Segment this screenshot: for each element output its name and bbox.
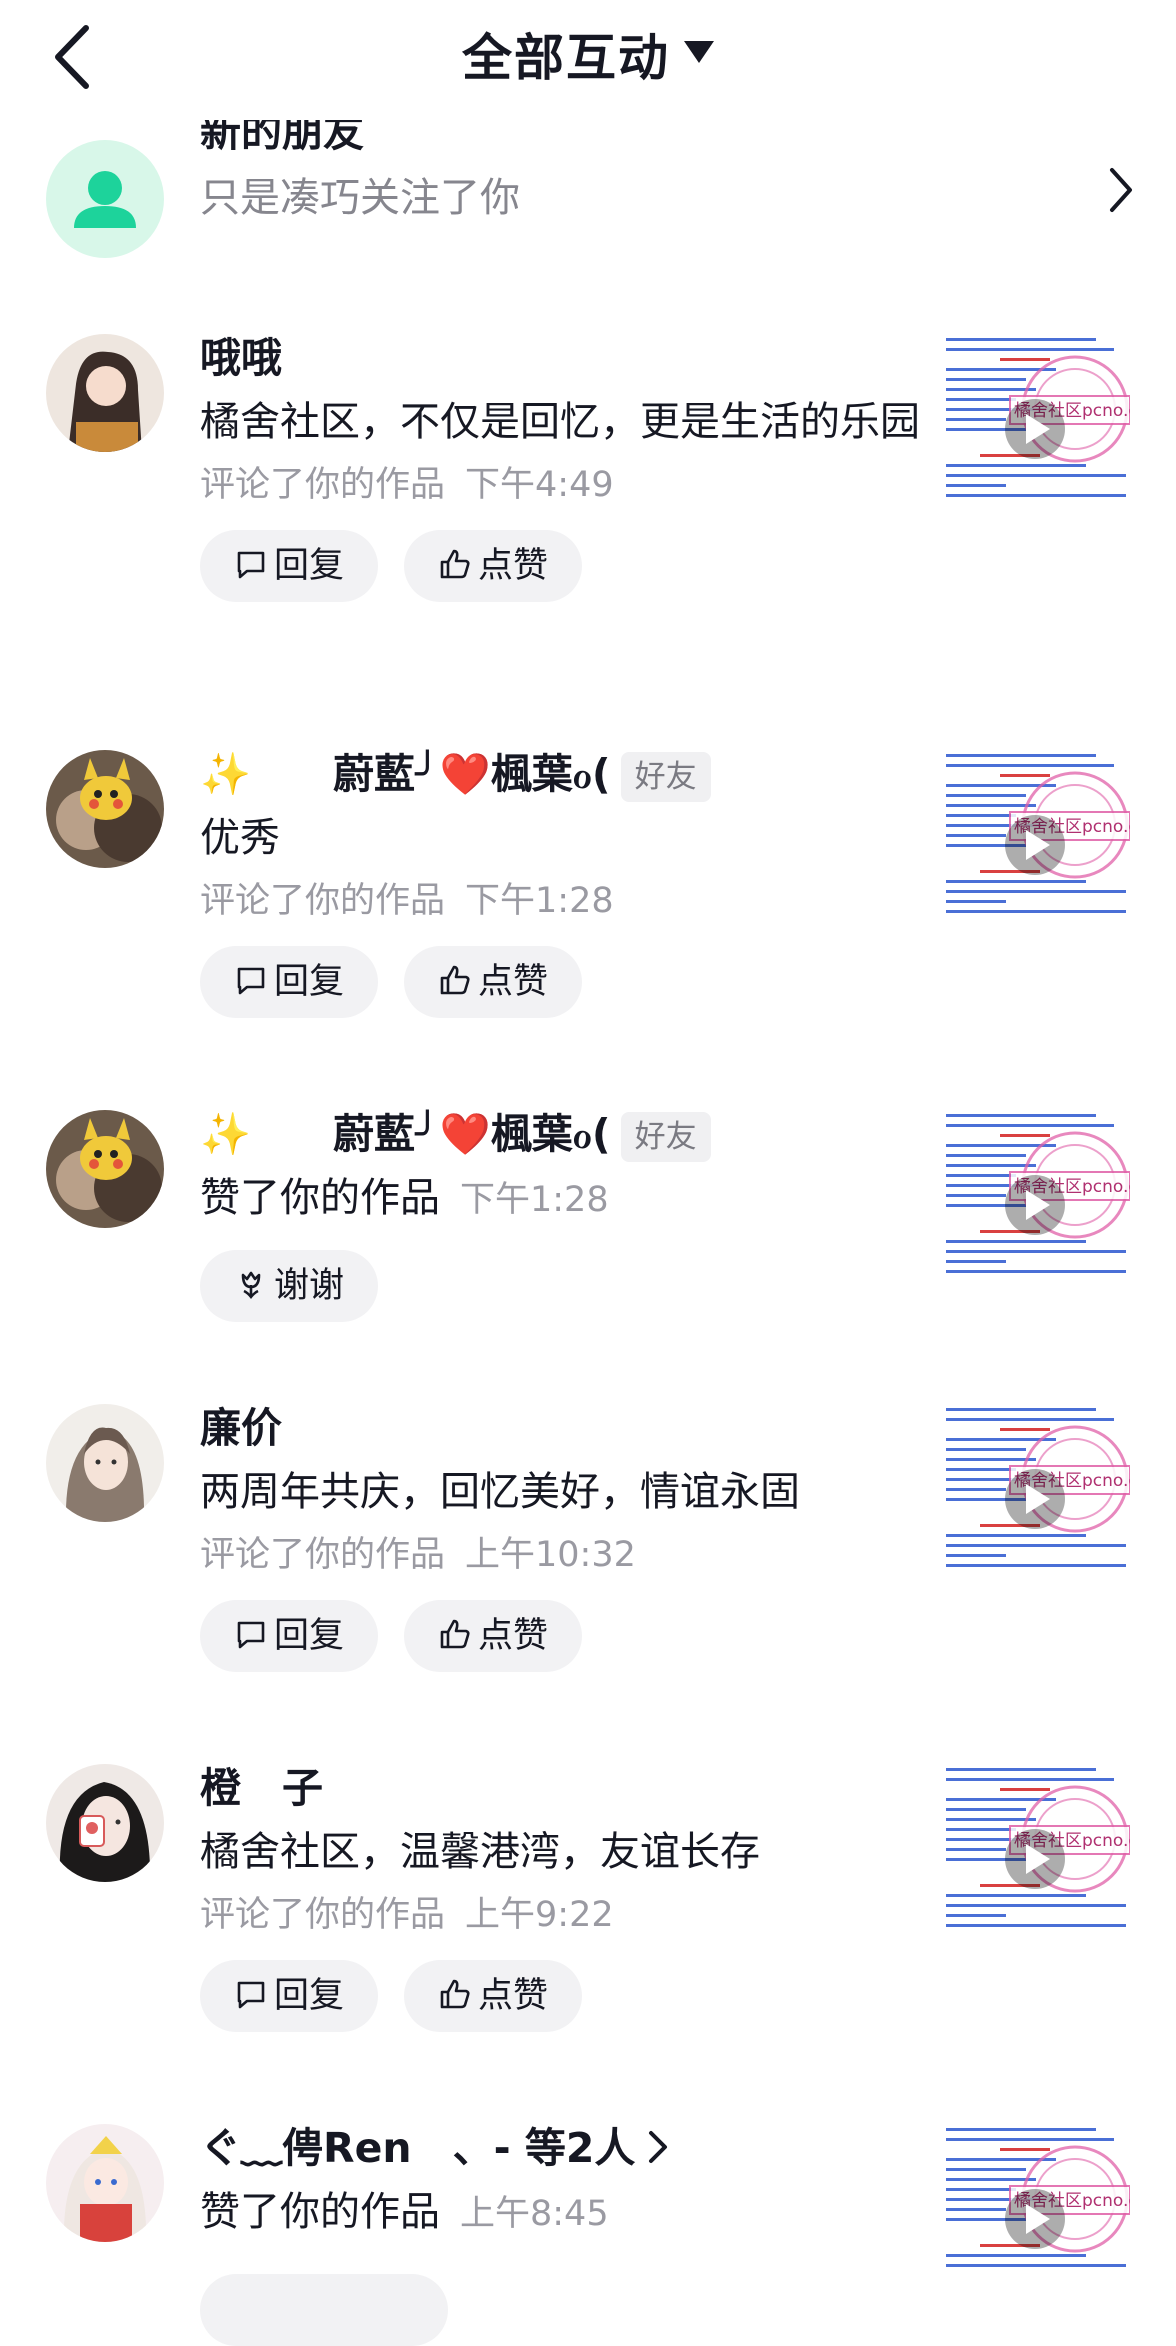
time: 上午8:45	[460, 2194, 609, 2234]
user-name[interactable]: 橙 子	[200, 1760, 920, 1816]
notification-item[interactable]: 橙 子 橘舍社区，温馨港湾，友谊长存 评论了你的作品 上午9:22 回复 点赞 橘舍…	[0, 1760, 1176, 2060]
action-text: 赞了你的作品 下午1:28	[200, 1175, 609, 1221]
title-dropdown[interactable]: 全部互动	[0, 18, 1176, 90]
user-name[interactable]: ✨ 蔚藍╯❤️楓葉ℴ(	[200, 1110, 611, 1158]
post-thumbnail[interactable]: 橘舍社区pcno.cn	[940, 1404, 1130, 1594]
thumbnail-image: 橘舍社区pcno.cn	[940, 1404, 1130, 1594]
comment-icon	[237, 1981, 265, 2009]
avatar[interactable]	[46, 2124, 164, 2242]
new-friend-subtitle: 只是凑巧关注了你	[200, 175, 520, 221]
comment-icon	[237, 551, 265, 579]
notification-item[interactable]: 廉价 两周年共庆，回忆美好，情谊永固 评论了你的作品 上午10:32 回复 点赞 橘…	[0, 1400, 1176, 1700]
chevron-right-icon	[1110, 168, 1132, 212]
flower-icon	[241, 1271, 261, 1299]
thumbnail-image: 橘舍社区pcno.cn	[940, 2124, 1130, 2314]
user-name-row: ✨ 蔚藍╯❤️楓葉ℴ(好友	[200, 746, 920, 802]
post-thumbnail[interactable]: 橘舍社区pcno.cn	[940, 2124, 1130, 2314]
user-name[interactable]: 哦哦	[200, 330, 920, 386]
post-thumbnail[interactable]: 橘舍社区pcno.cn	[940, 1764, 1130, 1954]
comment-text: 橘舍社区，不仅是回忆，更是生活的乐园	[200, 399, 920, 445]
person-icon	[74, 171, 136, 228]
thumbs-up-icon	[440, 549, 470, 579]
post-thumbnail[interactable]: 橘舍社区pcno.cn	[940, 334, 1130, 524]
like-button[interactable]: 点赞	[404, 946, 583, 1018]
friend-badge: 好友	[620, 1112, 711, 1162]
caret-down-icon	[684, 41, 714, 63]
user-name-row[interactable]: ぐ﹏俜Ren 、- 等2人	[200, 2120, 960, 2176]
post-thumbnail[interactable]: 橘舍社区pcno.cn	[940, 750, 1130, 940]
notification-item[interactable]: ぐ﹏俜Ren 、- 等2人 赞了你的作品上午8:45 橘舍社区pcno.cn	[0, 2120, 1176, 2346]
comment-icon	[237, 967, 265, 995]
reply-button[interactable]: 回复	[200, 1600, 379, 1672]
reply-button[interactable]: 回复	[200, 530, 379, 602]
time: 下午1:28	[460, 1180, 609, 1220]
post-thumbnail[interactable]: 橘舍社区pcno.cn	[940, 1110, 1130, 1300]
thumbs-up-icon	[440, 1619, 470, 1649]
avatar[interactable]	[46, 1110, 164, 1228]
chevron-right-icon	[649, 2131, 668, 2163]
avatar[interactable]	[46, 1764, 164, 1882]
user-name[interactable]: ✨ 蔚藍╯❤️楓葉ℴ(	[200, 750, 611, 798]
comment-text: 优秀	[200, 815, 280, 861]
comment-icon	[237, 1621, 265, 1649]
thumbnail-image: 橘舍社区pcno.cn	[940, 750, 1130, 940]
meta: 评论了你的作品 下午1:28	[200, 881, 614, 921]
reply-button[interactable]: 回复	[200, 946, 379, 1018]
header: 全部互动	[0, 0, 1176, 120]
thumbs-up-icon	[440, 965, 470, 995]
avatar[interactable]	[46, 1404, 164, 1522]
friend-badge: 好友	[620, 752, 711, 802]
thanks-button[interactable]: 谢谢	[200, 1250, 379, 1322]
meta: 评论了你的作品 下午4:49	[200, 465, 614, 505]
like-button[interactable]: 点赞	[404, 530, 583, 602]
thumbnail-image: 橘舍社区pcno.cn	[940, 1764, 1130, 1954]
user-name[interactable]: 廉价	[200, 1400, 920, 1456]
new-friend-row[interactable]: 新的朋友 只是凑巧关注了你	[0, 108, 1176, 290]
thumbnail-image: 橘舍社区pcno.cn	[940, 334, 1130, 524]
user-name: ぐ﹏俜Ren 、- 等2人	[200, 2124, 636, 2172]
comment-text: 两周年共庆，回忆美好，情谊永固	[200, 1469, 800, 1515]
user-name-row: ✨ 蔚藍╯❤️楓葉ℴ(好友	[200, 1106, 920, 1162]
reply-button[interactable]: 回复	[200, 1960, 379, 2032]
meta: 评论了你的作品 上午9:22	[200, 1895, 614, 1935]
notification-item[interactable]: ✨ 蔚藍╯❤️楓葉ℴ(好友 赞了你的作品下午1:28 谢谢 橘舍社区pcno.c…	[0, 1106, 1176, 1366]
action-text: 赞了你的作品 上午8:45	[200, 2189, 609, 2235]
notification-item[interactable]: 哦哦 橘舍社区，不仅是回忆，更是生活的乐园 评论了你的作品 下午4:49 回复 点赞…	[0, 330, 1176, 710]
new-friend-avatar	[46, 140, 164, 258]
thanks-button[interactable]	[200, 2274, 448, 2346]
like-button[interactable]: 点赞	[404, 1960, 583, 2032]
thumbs-up-icon	[440, 1979, 470, 2009]
page-title: 全部互动	[462, 29, 670, 87]
like-button[interactable]: 点赞	[404, 1600, 583, 1672]
thumbnail-image: 橘舍社区pcno.cn	[940, 1110, 1130, 1300]
avatar[interactable]	[46, 334, 164, 452]
meta: 评论了你的作品 上午10:32	[200, 1535, 636, 1575]
comment-text: 橘舍社区，温馨港湾，友谊长存	[200, 1829, 760, 1875]
notification-item[interactable]: ✨ 蔚藍╯❤️楓葉ℴ(好友 优秀 评论了你的作品 下午1:28 回复 点赞 橘舍社区…	[0, 746, 1176, 1046]
avatar[interactable]	[46, 750, 164, 868]
